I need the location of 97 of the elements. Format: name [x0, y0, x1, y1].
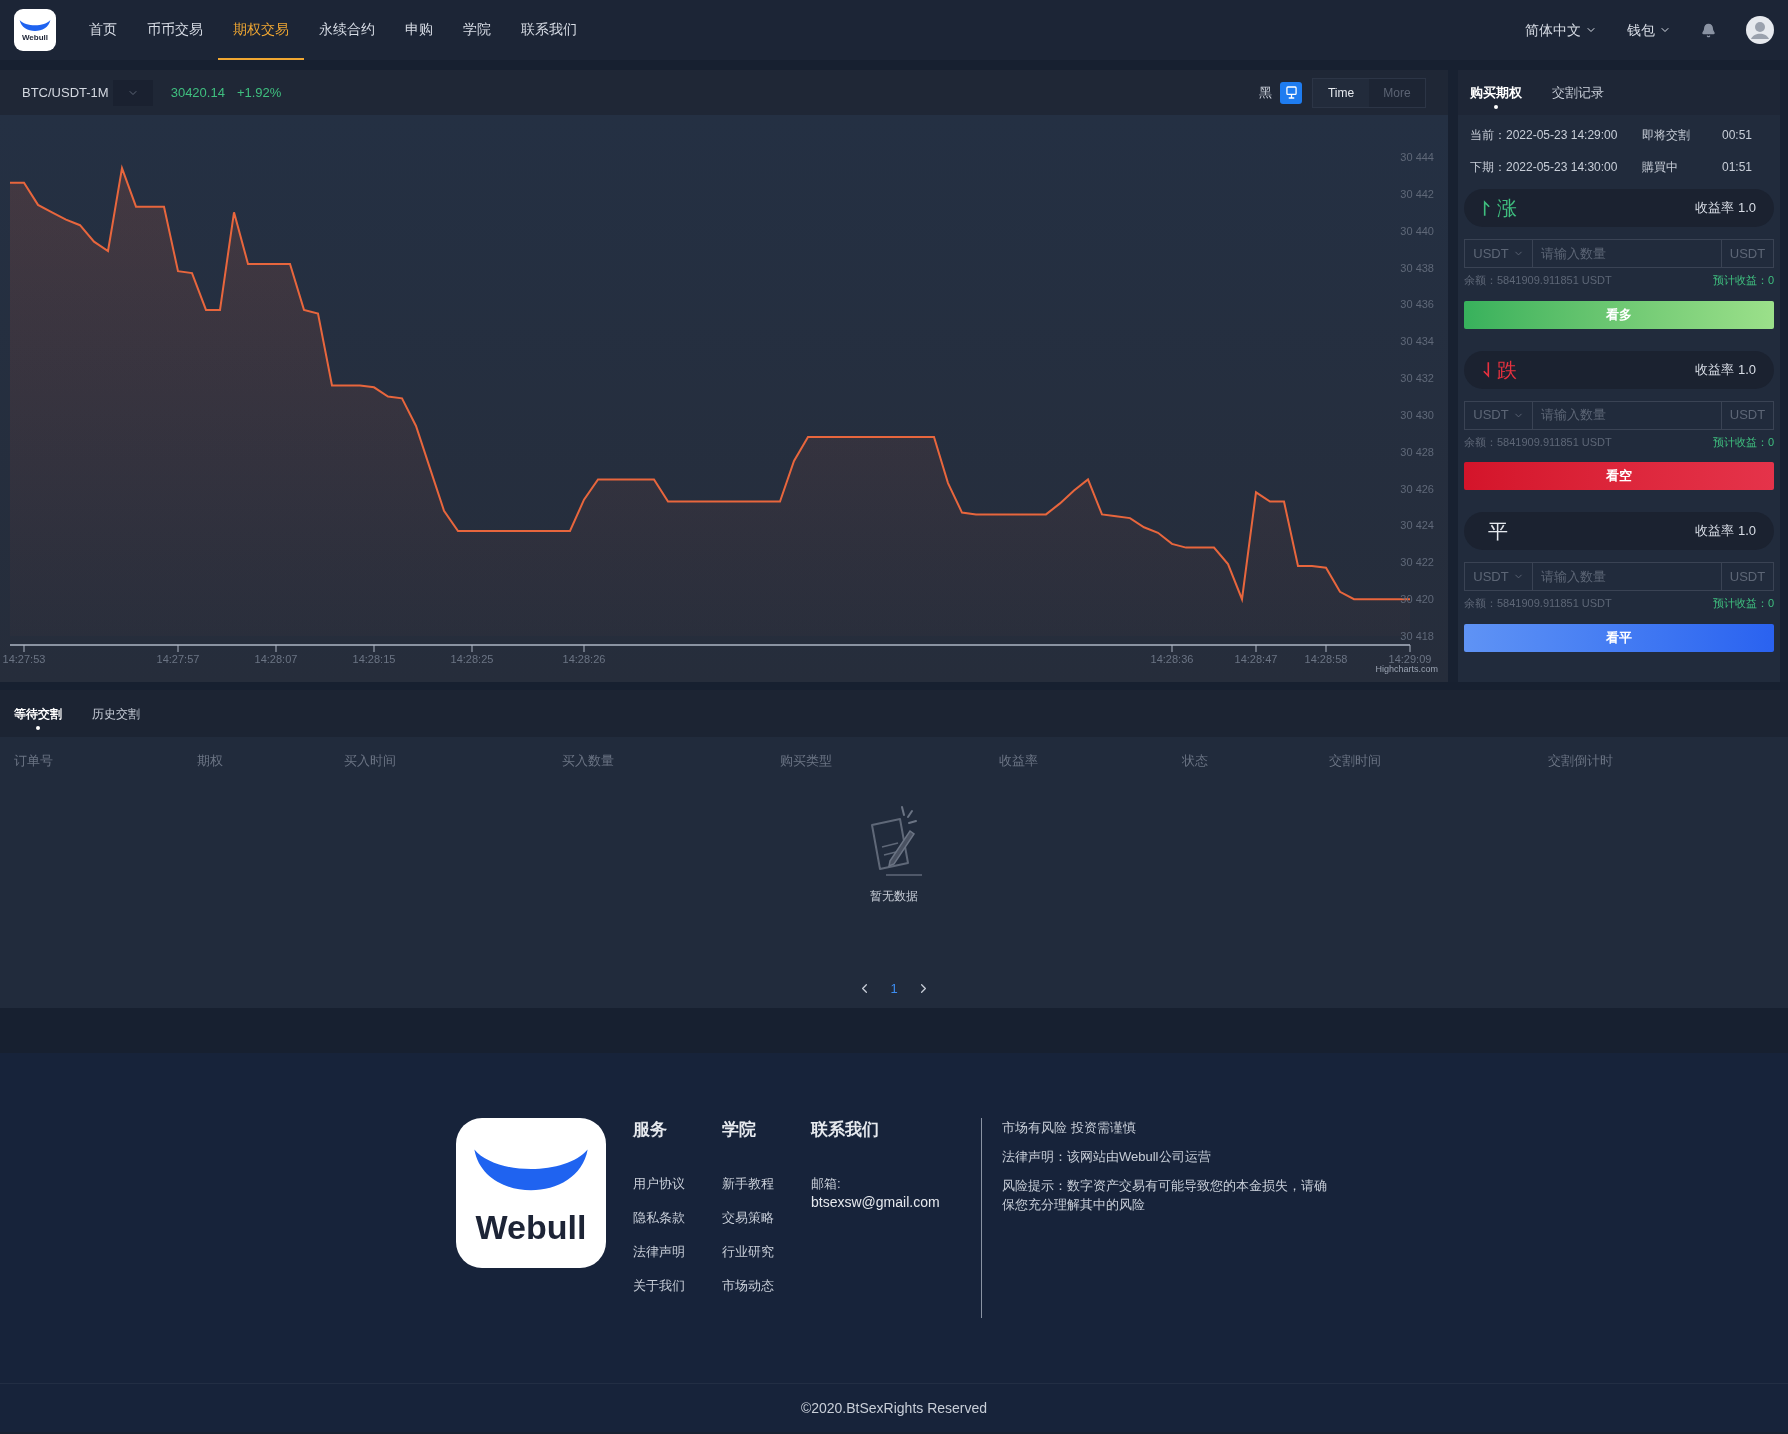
x-axis-label: 14:28:58: [1304, 653, 1348, 665]
column-header: 期权: [197, 752, 224, 771]
x-axis-label: 14:27:53: [2, 653, 46, 665]
estimated-profit: 预计收益：0: [1712, 434, 1774, 450]
y-axis-label: 30 442: [1400, 187, 1434, 200]
column-header: 状态: [1182, 752, 1209, 771]
wallet-dropdown[interactable]: 钱包: [1627, 19, 1671, 41]
price-value: 30420.14: [170, 83, 225, 102]
footer-link[interactable]: 隐私条款: [633, 1208, 722, 1227]
nav-link[interactable]: 申购: [390, 0, 448, 60]
x-axis-label: 14:29:09: [1388, 653, 1432, 665]
unit-label: USDT: [1721, 401, 1773, 429]
notice-text: 法律声明：该网站由Webull公司运营: [1002, 1148, 1212, 1166]
price-change: +1.92%: [236, 83, 282, 102]
period-time: 当前：2022-05-23 14:29:00: [1470, 127, 1619, 144]
logo-text: Webull: [21, 34, 49, 42]
x-axis-label: 14:28:07: [254, 653, 298, 665]
y-axis-label: 30 418: [1400, 630, 1434, 642]
yield-rate: 收益率 1.0: [1695, 522, 1756, 541]
period-status: 即将交割: [1642, 127, 1691, 144]
x-axis-label: 14:27:57: [156, 653, 200, 665]
page-button[interactable]: 1: [890, 978, 898, 998]
trade-button[interactable]: 看空: [1464, 462, 1774, 490]
trade-button[interactable]: 看平: [1464, 623, 1774, 652]
footer-link[interactable]: 市场动态: [722, 1276, 811, 1295]
y-axis-label: 30 426: [1400, 482, 1434, 495]
unit-label: USDT: [1721, 563, 1773, 590]
y-axis-label: 30 440: [1400, 224, 1434, 237]
y-axis-label: 30 430: [1400, 408, 1434, 421]
nav-link[interactable]: 永续合约: [304, 0, 390, 60]
orders-tab[interactable]: 历史交割: [92, 697, 140, 730]
theme-toggle[interactable]: [1280, 81, 1302, 104]
estimated-profit: 预计收益：0: [1712, 596, 1774, 611]
footer-link[interactable]: 用户协议: [633, 1174, 722, 1193]
unit-label: USDT: [1721, 240, 1773, 267]
nav-link[interactable]: 币币交易: [132, 0, 218, 60]
footer-heading: 联系我们: [811, 1119, 880, 1141]
notice-text: 风险提示：数字资产交易有可能导致您的本金损失，请确保您充分理解其中的风险: [1002, 1177, 1328, 1214]
footer-heading: 服务: [633, 1119, 668, 1141]
column-header: 买入时间: [344, 752, 397, 771]
nav-link[interactable]: 联系我们: [506, 0, 592, 60]
period-time: 下期：2022-05-23 14:30:00: [1470, 159, 1619, 176]
webull-logo[interactable]: Webull: [456, 1118, 606, 1268]
x-axis-label: 14:28:26: [562, 653, 606, 665]
y-axis-label: 30 422: [1400, 556, 1434, 569]
symbol-label: BTC/USDT-1M: [22, 83, 109, 102]
y-axis-label: 30 434: [1400, 335, 1434, 348]
estimated-profit: 预计收益：0: [1712, 273, 1774, 288]
nav-link[interactable]: 首页: [74, 0, 132, 60]
column-header: 交割倒计时: [1548, 752, 1614, 771]
theme-label: 黑: [1259, 83, 1272, 102]
email-label: 邮箱:: [811, 1175, 842, 1193]
footer-link[interactable]: 新手教程: [722, 1174, 811, 1193]
notice-text: 市场有风险 投资需谨慎: [1002, 1119, 1137, 1137]
y-axis-label: 30 436: [1400, 298, 1434, 311]
footer-link[interactable]: 关于我们: [633, 1276, 722, 1295]
panel-tab[interactable]: 购买期权: [1470, 75, 1522, 110]
x-axis-label: 14:28:25: [450, 653, 494, 665]
avatar-icon[interactable]: [1746, 16, 1774, 44]
crescent-icon: [19, 18, 51, 34]
y-axis-label: 30 432: [1400, 372, 1434, 385]
y-axis-label: 30 444: [1400, 151, 1434, 163]
option-label: 平: [1488, 519, 1508, 544]
footer-heading: 学院: [722, 1119, 757, 1141]
empty-state-text: 暂无数据: [870, 888, 918, 905]
yield-rate: 收益率 1.0: [1695, 360, 1756, 379]
bell-icon[interactable]: [1701, 22, 1716, 38]
webull-logo[interactable]: Webull: [14, 9, 56, 51]
y-axis-label: 30 428: [1400, 445, 1434, 458]
x-axis-label: 14:28:15: [352, 653, 396, 665]
email-link[interactable]: btsexsw@gmail.com: [811, 1193, 981, 1212]
y-axis-label: 30 424: [1400, 519, 1434, 532]
orders-tab[interactable]: 等待交割: [14, 697, 62, 730]
option-label: 涨: [1497, 196, 1517, 221]
nav-link[interactable]: 学院: [448, 0, 506, 60]
period-status: 購買中: [1642, 159, 1679, 176]
column-header: 购买类型: [780, 752, 833, 771]
column-header: 收益率: [999, 752, 1039, 771]
column-header: 订单号: [14, 752, 54, 771]
yield-rate: 收益率 1.0: [1695, 199, 1756, 218]
view-button[interactable]: Time: [1313, 78, 1369, 107]
panel-tab[interactable]: 交割记录: [1552, 75, 1604, 110]
language-dropdown[interactable]: 简体中文: [1525, 19, 1597, 41]
column-header: 买入数量: [562, 752, 615, 771]
countdown: 00:51: [1722, 127, 1753, 144]
option-label: 跌: [1497, 357, 1517, 383]
y-axis-label: 30 438: [1400, 261, 1434, 274]
footer-link[interactable]: 行业研究: [722, 1242, 811, 1261]
chart-credit[interactable]: Highcharts.com: [1375, 664, 1438, 674]
footer-link[interactable]: 交易策略: [722, 1208, 811, 1227]
x-axis-label: 14:28:47: [1234, 653, 1278, 665]
column-header: 交割时间: [1329, 752, 1382, 771]
logo-text: Webull: [475, 1210, 587, 1244]
copyright-text: ©2020.BtSexRights Reserved: [800, 1398, 988, 1418]
countdown: 01:51: [1722, 159, 1753, 176]
x-axis-label: 14:28:36: [1150, 653, 1194, 665]
footer-link[interactable]: 法律声明: [633, 1242, 722, 1261]
